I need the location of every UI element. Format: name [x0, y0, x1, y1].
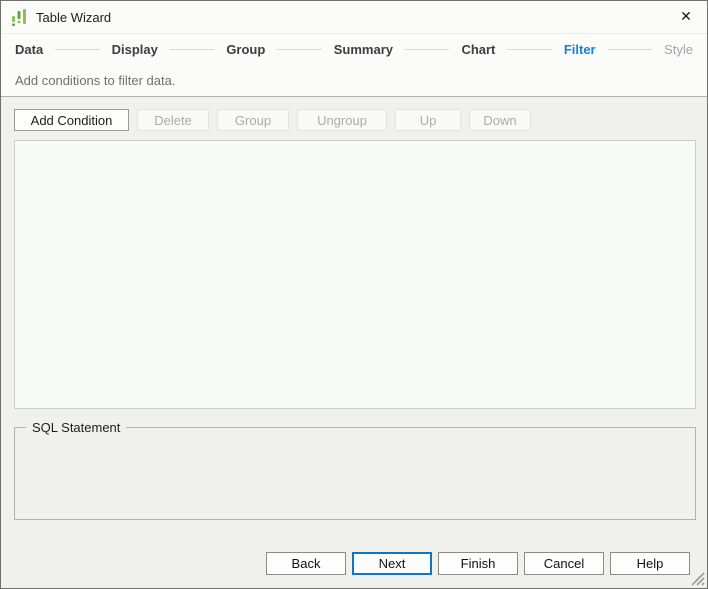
next-button[interactable]: Next [352, 552, 432, 575]
filter-toolbar: Add Condition Delete Group Ungroup Up Do… [1, 97, 707, 140]
title-bar: Table Wizard ✕ [1, 1, 707, 34]
help-button[interactable]: Help [610, 552, 690, 575]
step-data[interactable]: Data [15, 42, 43, 57]
step-group[interactable]: Group [226, 42, 265, 57]
down-button[interactable]: Down [469, 109, 531, 131]
finish-button[interactable]: Finish [438, 552, 518, 575]
close-icon: ✕ [680, 9, 692, 25]
step-connector [507, 49, 551, 50]
step-description-text: Add conditions to filter data. [15, 73, 175, 88]
step-connector [170, 49, 214, 50]
ungroup-button[interactable]: Ungroup [297, 109, 387, 131]
step-connector [277, 49, 321, 50]
chart-bars-icon [11, 8, 28, 27]
step-summary[interactable]: Summary [334, 42, 393, 57]
add-condition-button[interactable]: Add Condition [14, 109, 129, 131]
step-description: Add conditions to filter data. [1, 64, 707, 97]
step-connector [608, 49, 652, 50]
sql-statement-legend: SQL Statement [26, 420, 126, 435]
cancel-button[interactable]: Cancel [524, 552, 604, 575]
step-style[interactable]: Style [664, 42, 693, 57]
step-chart[interactable]: Chart [461, 42, 495, 57]
step-filter[interactable]: Filter [564, 42, 596, 57]
sql-statement-group: SQL Statement [14, 420, 696, 520]
wizard-footer: Back Next Finish Cancel Help [1, 552, 707, 588]
step-connector [405, 49, 449, 50]
back-button[interactable]: Back [266, 552, 346, 575]
wizard-step-bar: Data Display Group Summary Chart Filter … [1, 34, 707, 64]
delete-button[interactable]: Delete [137, 109, 209, 131]
group-button[interactable]: Group [217, 109, 289, 131]
window-title: Table Wizard [36, 10, 111, 25]
step-display[interactable]: Display [112, 42, 158, 57]
step-connector [55, 49, 99, 50]
resize-grip-icon[interactable] [690, 571, 705, 586]
up-button[interactable]: Up [395, 109, 461, 131]
conditions-list[interactable] [14, 140, 696, 409]
close-button[interactable]: ✕ [665, 1, 707, 33]
table-wizard-dialog: Table Wizard ✕ Data Display Group Summar… [0, 0, 708, 589]
